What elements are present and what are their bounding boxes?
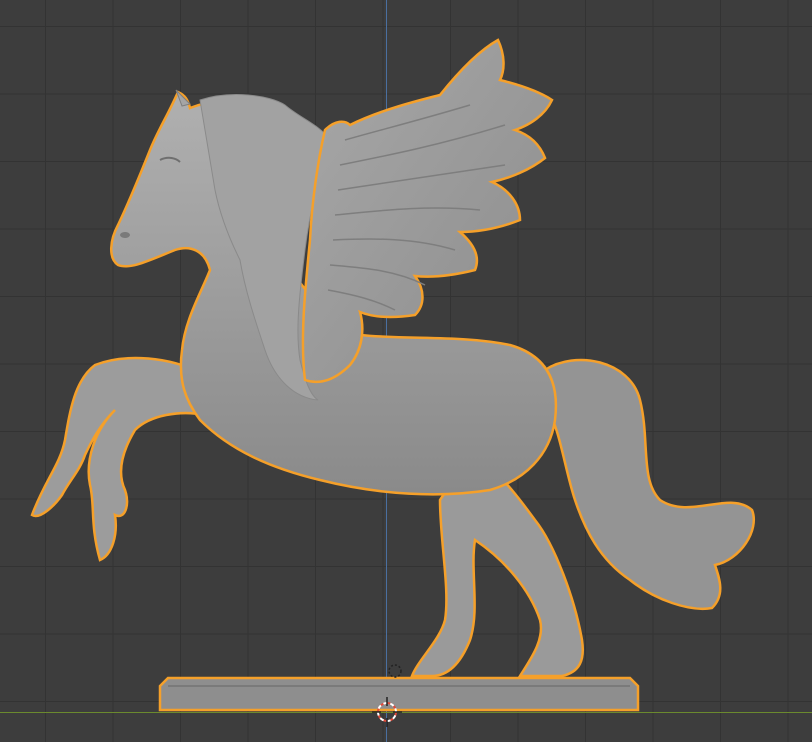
pegasus-model[interactable]: [0, 0, 812, 742]
object-origin-icon: [388, 664, 402, 678]
tail: [543, 358, 755, 610]
3d-cursor-icon[interactable]: [372, 697, 402, 727]
3d-viewport[interactable]: [0, 0, 812, 742]
front-legs: [30, 356, 207, 562]
wing[interactable]: [301, 38, 554, 384]
nostril: [120, 232, 130, 238]
